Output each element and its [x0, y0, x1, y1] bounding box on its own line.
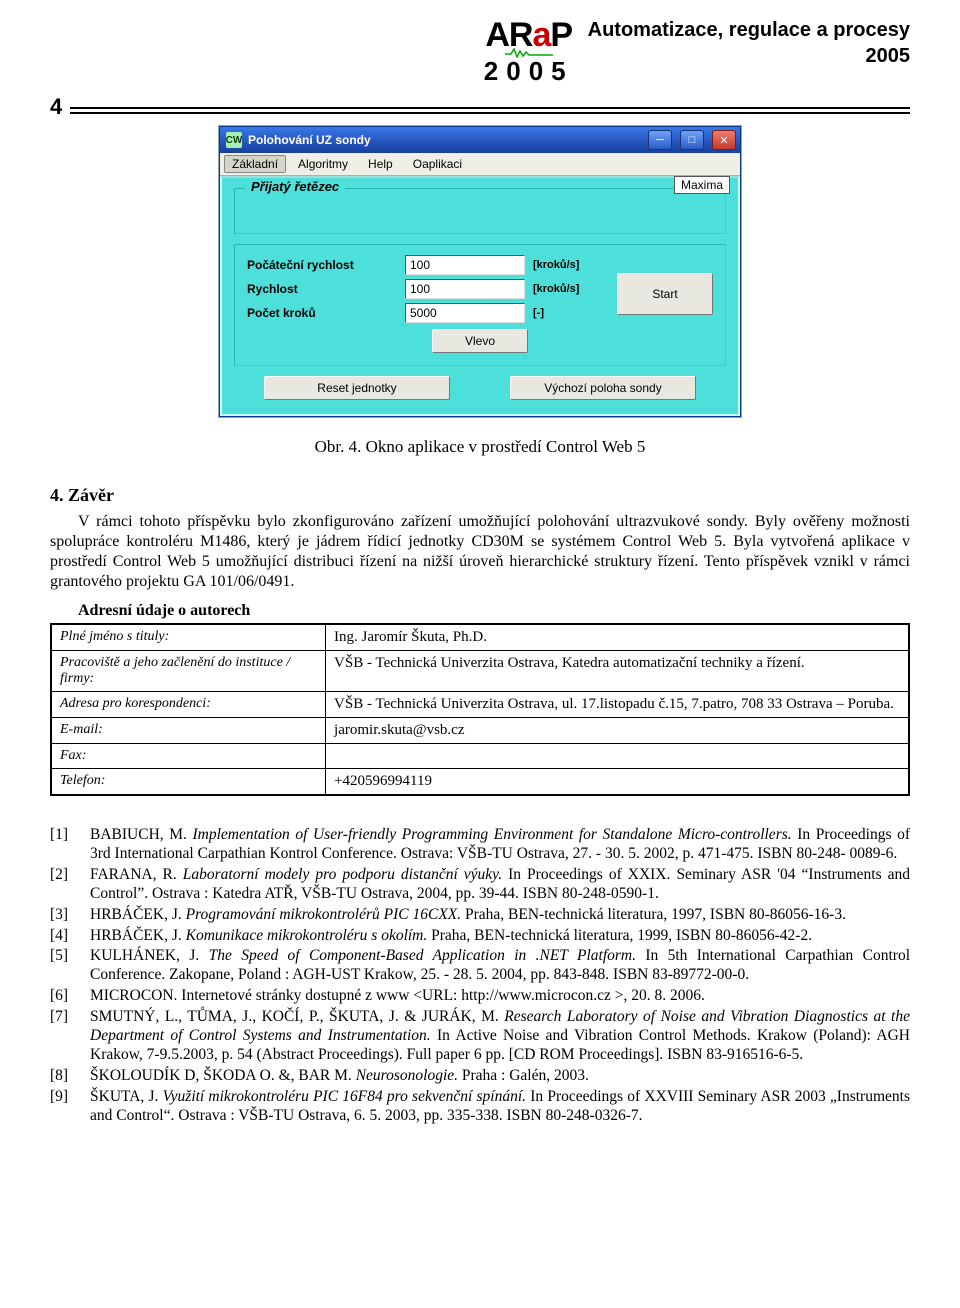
table-row: Plné jméno s tituly: Ing. Jaromír Škuta,… [51, 624, 909, 651]
menu-zakladni[interactable]: Základní [224, 155, 286, 173]
table-row: E-mail: jaromir.skuta@vsb.cz [51, 718, 909, 744]
conference-logo: ARaP 2005 [484, 18, 574, 84]
label-pracoviste: Pracoviště a jeho začlenění do instituce… [51, 651, 326, 692]
menu-help[interactable]: Help [360, 155, 401, 173]
section-heading-zaver: 4. Závěr [50, 485, 910, 506]
table-row: Adresa pro korespondenci: VŠB - Technick… [51, 692, 909, 718]
value-pracoviste: VŠB - Technická Univerzita Ostrava, Kate… [326, 651, 909, 692]
logo-year: 2005 [484, 58, 574, 84]
reference-text: FARANA, R. Laboratorní modely pro podpor… [90, 866, 910, 904]
value-fax [326, 744, 909, 769]
label-adresa: Adresa pro korespondenci: [51, 692, 326, 718]
reference-item: [3]HRBÁČEK, J. Programování mikrokontrol… [50, 906, 910, 925]
figure-caption: Obr. 4. Okno aplikace v prostředí Contro… [50, 437, 910, 457]
table-row: Telefon: +420596994119 [51, 769, 909, 796]
maximize-button[interactable]: □ [680, 130, 704, 150]
menu-algoritmy[interactable]: Algoritmy [290, 155, 356, 173]
author-details-table: Plné jméno s tituly: Ing. Jaromír Škuta,… [50, 623, 910, 796]
reference-text: ŠKOLOUDÍK D, ŠKODA O. &, BAR M. Neuroson… [90, 1067, 910, 1086]
value-jmeno: Ing. Jaromír Škuta, Ph.D. [326, 624, 909, 651]
page-number-rule: 4 [50, 94, 910, 120]
subheading-adresni: Adresní údaje o autorech [50, 602, 910, 620]
reset-button[interactable]: Reset jednotky [264, 376, 450, 400]
input-pocet-kroku[interactable]: 5000 [405, 303, 525, 323]
table-row: Pracoviště a jeho začlenění do instituce… [51, 651, 909, 692]
unit-rychlost: [kroků/s] [533, 283, 613, 295]
menu-bar: Základní Algoritmy Help Oaplikaci [220, 153, 740, 176]
label-telefon: Telefon: [51, 769, 326, 796]
reference-item: [5]KULHÁNEK, J. The Speed of Component-B… [50, 947, 910, 985]
reference-item: [4]HRBÁČEK, J. Komunikace mikrokontrolér… [50, 927, 910, 946]
reference-text: KULHÁNEK, J. The Speed of Component-Base… [90, 947, 910, 985]
reference-text: MICROCON. Internetové stránky dostupné z… [90, 987, 910, 1006]
table-row: Fax: [51, 744, 909, 769]
label-fax: Fax: [51, 744, 326, 769]
reference-text: BABIUCH, M. Implementation of User-frien… [90, 826, 910, 864]
app-window: CW Polohování UZ sondy ─ □ ✕ Základní Al… [219, 126, 741, 417]
header-title: Automatizace, regulace a procesy [588, 19, 910, 41]
group-recv-title: Přijatý řetězec [245, 179, 345, 194]
reference-item: [1]BABIUCH, M. Implementation of User-fr… [50, 826, 910, 864]
input-pocatecni-rychlost[interactable]: 100 [405, 255, 525, 275]
reference-text: ŠKUTA, J. Využití mikrokontroléru PIC 16… [90, 1088, 910, 1126]
reference-item: [6]MICROCON. Internetové stránky dostupn… [50, 987, 910, 1006]
reference-text: SMUTNÝ, L., TŮMA, J., KOČÍ, P., ŠKUTA, J… [90, 1008, 910, 1065]
references-list: [1]BABIUCH, M. Implementation of User-fr… [50, 826, 910, 1126]
window-titlebar[interactable]: CW Polohování UZ sondy ─ □ ✕ [220, 127, 740, 153]
logo-text-red: a [532, 16, 550, 54]
label-rychlost: Rychlost [247, 282, 397, 296]
value-email: jaromir.skuta@vsb.cz [326, 718, 909, 744]
logo-text-2: P [550, 16, 572, 54]
unit-pocet: [-] [533, 307, 613, 319]
group-params: Počáteční rychlost 100 [kroků/s] Rychlos… [234, 244, 726, 366]
group-received-string: Přijatý řetězec [234, 188, 726, 234]
minimize-button[interactable]: ─ [648, 130, 672, 150]
vlevo-button[interactable]: Vlevo [432, 329, 528, 353]
app-body: Maxima Přijatý řetězec Počáteční rychlos… [220, 176, 740, 416]
value-adresa: VŠB - Technická Univerzita Ostrava, ul. … [326, 692, 909, 718]
logo-text-1: AR [485, 16, 532, 54]
reference-item: [9]ŠKUTA, J. Využití mikrokontroléru PIC… [50, 1088, 910, 1126]
reference-item: [7]SMUTNÝ, L., TŮMA, J., KOČÍ, P., ŠKUTA… [50, 1008, 910, 1065]
unit-pocatecni: [kroků/s] [533, 259, 613, 271]
vychozi-poloha-button[interactable]: Výchozí poloha sondy [510, 376, 696, 400]
input-rychlost[interactable]: 100 [405, 279, 525, 299]
reference-text: HRBÁČEK, J. Komunikace mikrokontroléru s… [90, 927, 910, 946]
para-zaver: V rámci tohoto příspěvku bylo zkonfiguro… [50, 512, 910, 592]
received-string-area [235, 189, 725, 233]
label-email: E-mail: [51, 718, 326, 744]
start-button[interactable]: Start [617, 273, 713, 315]
header-rule [70, 107, 910, 114]
page-number: 4 [50, 94, 62, 120]
header-title-year: 2005 [588, 44, 910, 68]
label-pocatecni-rychlost: Počáteční rychlost [247, 258, 397, 272]
value-telefon: +420596994119 [326, 769, 909, 796]
reference-item: [8]ŠKOLOUDÍK D, ŠKODA O. &, BAR M. Neuro… [50, 1067, 910, 1086]
window-title: Polohování UZ sondy [248, 133, 640, 147]
menu-oaplikaci[interactable]: Oaplikaci [405, 155, 470, 173]
page-header: ARaP 2005 Automatizace, regulace a proce… [50, 18, 910, 88]
app-icon: CW [226, 132, 242, 148]
close-button[interactable]: ✕ [712, 130, 736, 150]
reference-item: [2]FARANA, R. Laboratorní modely pro pod… [50, 866, 910, 904]
popup-maxima[interactable]: Maxima [674, 176, 730, 194]
label-jmeno: Plné jméno s tituly: [51, 624, 326, 651]
reference-text: HRBÁČEK, J. Programování mikrokontrolérů… [90, 906, 910, 925]
label-pocet-kroku: Počet kroků [247, 306, 397, 320]
